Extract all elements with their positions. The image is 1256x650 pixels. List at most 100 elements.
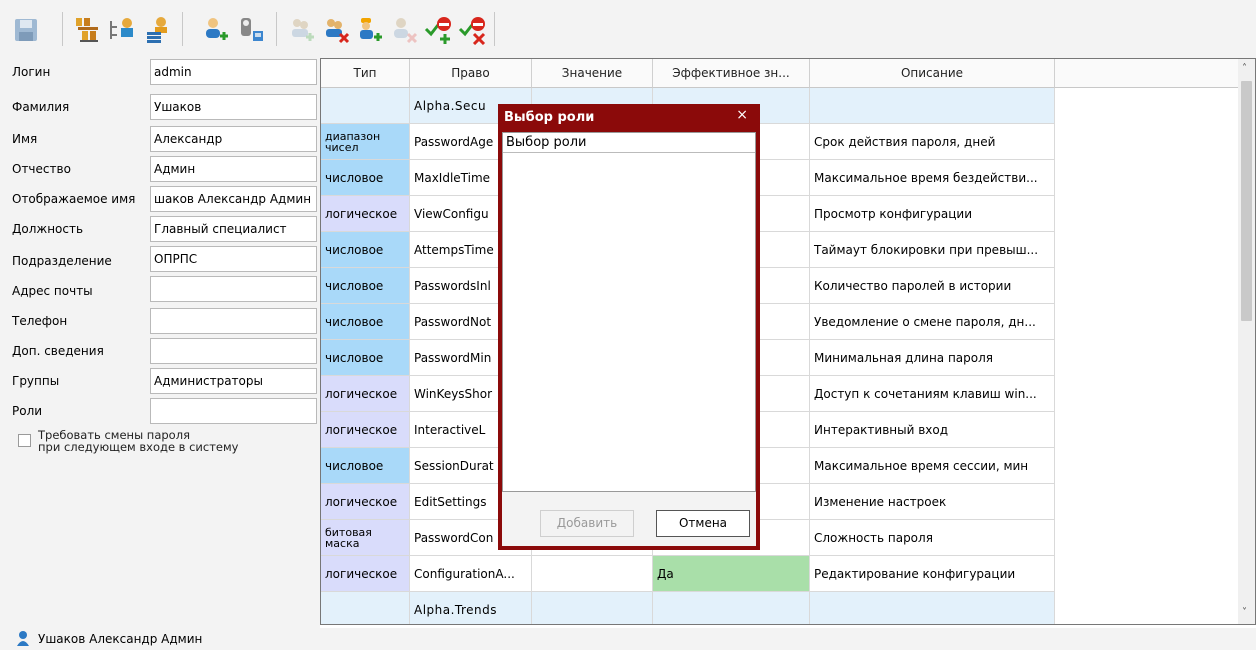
add-worker-icon[interactable] — [354, 14, 386, 46]
status-bar: Ушаков Александр Админ — [0, 628, 1256, 650]
cell-value — [532, 592, 653, 624]
add-right-icon[interactable] — [422, 14, 454, 46]
cell-desc: Уведомление о смене пароля, дн... — [810, 304, 1055, 339]
column-header-right[interactable]: Право — [410, 59, 532, 88]
add-user-icon[interactable] — [200, 14, 232, 46]
cell-desc: Таймаут блокировки при превыш... — [810, 232, 1055, 267]
roles-field[interactable] — [150, 398, 317, 424]
remove-right-icon[interactable] — [456, 14, 488, 46]
column-header-type[interactable]: Тип — [321, 59, 410, 88]
cell-type: логическое — [321, 484, 410, 519]
patronymic-field[interactable]: Админ — [150, 156, 317, 182]
change-password-label: Требовать смены пароля при следующем вхо… — [38, 429, 238, 453]
scrollbar-thumb[interactable] — [1241, 81, 1252, 321]
toolbar-separator — [276, 12, 277, 46]
phone-label: Телефон — [12, 314, 68, 328]
cell-type: битовая маска — [321, 520, 410, 555]
cell-type: логическое — [321, 556, 410, 591]
extra-info-label: Доп. сведения — [12, 344, 104, 358]
cell-desc: Сложность пароля — [810, 520, 1055, 555]
user-properties-form: Логин admin Фамилия Ушаков Имя Александр… — [0, 58, 320, 628]
login-field[interactable]: admin — [150, 59, 317, 85]
extra-info-field[interactable] — [150, 338, 317, 364]
role-list-header: Выбор роли — [503, 133, 755, 153]
table-row[interactable]: логическое ConfigurationA... Да Редактирова… — [321, 556, 1055, 592]
display-name-field[interactable]: шаков Александр Админ — [150, 186, 317, 212]
cell-type — [321, 592, 410, 624]
column-header-description[interactable]: Описание — [810, 59, 1055, 88]
column-header-empty — [1055, 59, 1238, 88]
surname-field[interactable]: Ушаков — [150, 94, 317, 120]
role-select-dialog: Выбор роли × Выбор роли Добавить Отмена — [498, 104, 760, 550]
user-icon — [16, 630, 30, 649]
roles-label: Роли — [12, 404, 43, 418]
dialog-title: Выбор роли — [504, 110, 595, 125]
name-field[interactable]: Александр — [150, 126, 317, 152]
remove-user-icon — [388, 14, 420, 46]
display-name-label: Отображаемое имя — [12, 192, 136, 206]
cell-right: ConfigurationA... — [410, 556, 532, 591]
cell-type: логическое — [321, 412, 410, 447]
cell-effective: Да — [653, 556, 810, 591]
save-icon[interactable] — [10, 14, 42, 46]
email-label: Адрес почты — [12, 284, 93, 298]
user-tree-icon[interactable] — [72, 14, 104, 46]
cell-desc: Количество паролей в истории — [810, 268, 1055, 303]
cell-type: числовое — [321, 448, 410, 483]
position-label: Должность — [12, 222, 84, 236]
cell-desc: Изменение настроек — [810, 484, 1055, 519]
add-group-icon — [286, 14, 318, 46]
toolbar-separator — [494, 12, 495, 46]
email-field[interactable] — [150, 276, 317, 302]
vertical-scrollbar[interactable]: ˄ ˅ — [1238, 59, 1255, 624]
name-label: Имя — [12, 132, 38, 146]
surname-label: Фамилия — [12, 100, 70, 114]
department-label: Подразделение — [12, 254, 112, 268]
cell-effective — [653, 592, 810, 624]
cell-type: числовое — [321, 340, 410, 375]
rights-table: Тип Право Значение Эффективное зн... Опи… — [320, 58, 1256, 625]
cell-desc: Редактирование конфигурации — [810, 556, 1055, 591]
column-header-effective[interactable]: Эффективное зн... — [653, 59, 810, 88]
cell-desc: Максимальное время бездействи... — [810, 160, 1055, 195]
remove-group-icon[interactable] — [320, 14, 352, 46]
change-password-label-line2: при следующем входе в систему — [38, 440, 239, 454]
cell-type: диапазон чисел — [321, 124, 410, 159]
position-field[interactable]: Главный специалист — [150, 216, 317, 242]
role-list[interactable]: Выбор роли — [502, 132, 756, 492]
cell-desc: Минимальная длина пароля — [810, 340, 1055, 375]
cell-desc: Доступ к сочетаниям клавиш win... — [810, 376, 1055, 411]
phone-field[interactable] — [150, 308, 317, 334]
change-password-checkbox[interactable] — [18, 434, 31, 447]
toolbar-separator — [182, 12, 183, 46]
user-tree-alt-icon[interactable] — [106, 14, 138, 46]
dialog-body: Выбор роли Добавить Отмена — [502, 132, 756, 546]
cell-type: числовое — [321, 232, 410, 267]
current-user-name: Ушаков Александр Админ — [38, 632, 203, 646]
table-row[interactable]: Alpha.Trends — [321, 592, 1055, 624]
toolbar-separator — [62, 12, 63, 46]
close-icon[interactable]: × — [736, 107, 748, 123]
cell-desc: Просмотр конфигурации — [810, 196, 1055, 231]
users-list-icon[interactable] — [142, 14, 174, 46]
cell-desc — [810, 592, 1055, 624]
cell-type: числовое — [321, 268, 410, 303]
cell-value — [532, 556, 653, 591]
cancel-button[interactable]: Отмена — [656, 510, 750, 537]
cell-type: логическое — [321, 196, 410, 231]
cell-type — [321, 88, 410, 123]
cell-type: логическое — [321, 376, 410, 411]
add-button[interactable]: Добавить — [540, 510, 634, 537]
cell-desc: Максимальное время сессии, мин — [810, 448, 1055, 483]
login-label: Логин — [12, 65, 51, 79]
cell-type: числовое — [321, 304, 410, 339]
groups-field[interactable]: Администраторы — [150, 368, 317, 394]
user-keys-icon[interactable] — [236, 14, 268, 46]
scroll-down-icon[interactable]: ˅ — [1242, 607, 1247, 618]
department-field[interactable]: ОПРПС — [150, 246, 317, 272]
cell-desc — [810, 88, 1055, 123]
scroll-up-icon[interactable]: ˄ — [1242, 63, 1247, 74]
groups-label: Группы — [12, 374, 60, 388]
column-header-value[interactable]: Значение — [532, 59, 653, 88]
cell-desc: Срок действия пароля, дней — [810, 124, 1055, 159]
